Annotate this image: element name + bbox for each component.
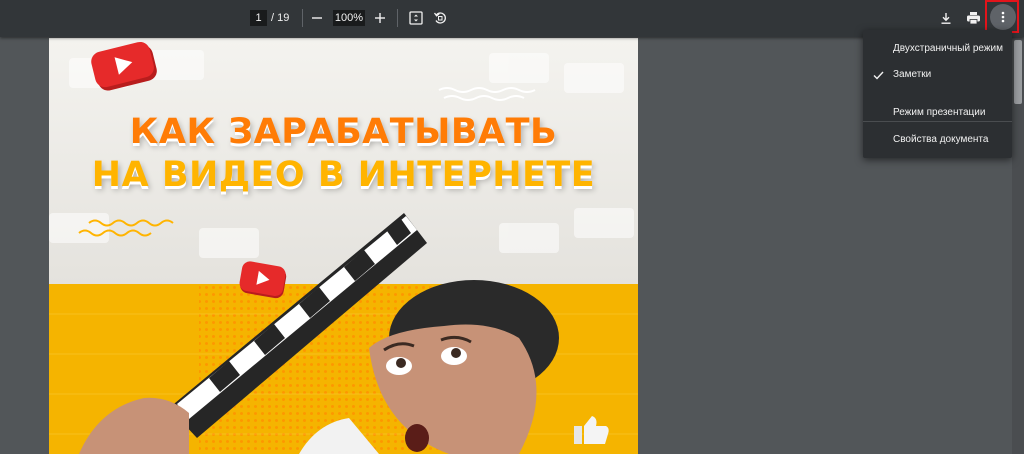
presenter-photo — [79, 213, 609, 454]
fit-page-icon — [409, 11, 423, 25]
print-icon — [966, 12, 980, 25]
toolbar-divider — [397, 9, 398, 27]
more-actions-button[interactable] — [990, 4, 1016, 30]
zoom-in-button[interactable] — [369, 7, 391, 29]
download-icon — [941, 12, 951, 24]
zoom-level-input[interactable]: 100% — [333, 10, 365, 26]
menu-item-two-page-mode[interactable]: Двухстраничный режим — [863, 36, 1012, 62]
scrollbar-thumb[interactable] — [1014, 40, 1022, 104]
rotate-button[interactable] — [429, 7, 451, 29]
print-button[interactable] — [962, 7, 984, 29]
menu-item-presentation-mode[interactable]: Режим презентации — [863, 100, 1012, 126]
menu-item-label: Свойства документа — [893, 134, 989, 145]
zoom-out-button[interactable] — [306, 7, 328, 29]
document-title-line-1: КАК ЗАРАБАТЫВАТЬ — [129, 112, 558, 152]
more-actions-menu: Двухстраничный режим Заметки Режим презе… — [863, 30, 1012, 158]
document-title-line-2: НА ВИДЕО В ИНТЕРНЕТЕ — [91, 155, 596, 195]
youtube-logo-icon — [91, 41, 157, 91]
fit-page-button[interactable] — [405, 7, 427, 29]
menu-item-label: Режим презентации — [893, 107, 986, 118]
more-vert-icon — [1001, 11, 1005, 23]
download-button[interactable] — [935, 7, 957, 29]
menu-item-label: Двухстраничный режим — [893, 43, 1004, 54]
menu-item-label: Заметки — [893, 69, 932, 80]
page-total: / 19 — [271, 12, 290, 24]
page-number-input[interactable]: 1 — [250, 10, 267, 26]
toolbar-divider — [302, 9, 303, 27]
check-icon — [873, 62, 887, 88]
minus-icon — [312, 17, 322, 19]
thumbs-up-icon — [574, 416, 609, 444]
pdf-page: КАК ЗАРАБАТЫВАТЬ НА ВИДЕО В ИНТЕРНЕТЕ — [49, 38, 638, 454]
menu-item-document-properties[interactable]: Свойства документа — [863, 127, 1012, 153]
plus-icon — [375, 13, 385, 23]
menu-item-annotations[interactable]: Заметки — [863, 62, 1012, 88]
rotate-icon — [433, 12, 446, 24]
